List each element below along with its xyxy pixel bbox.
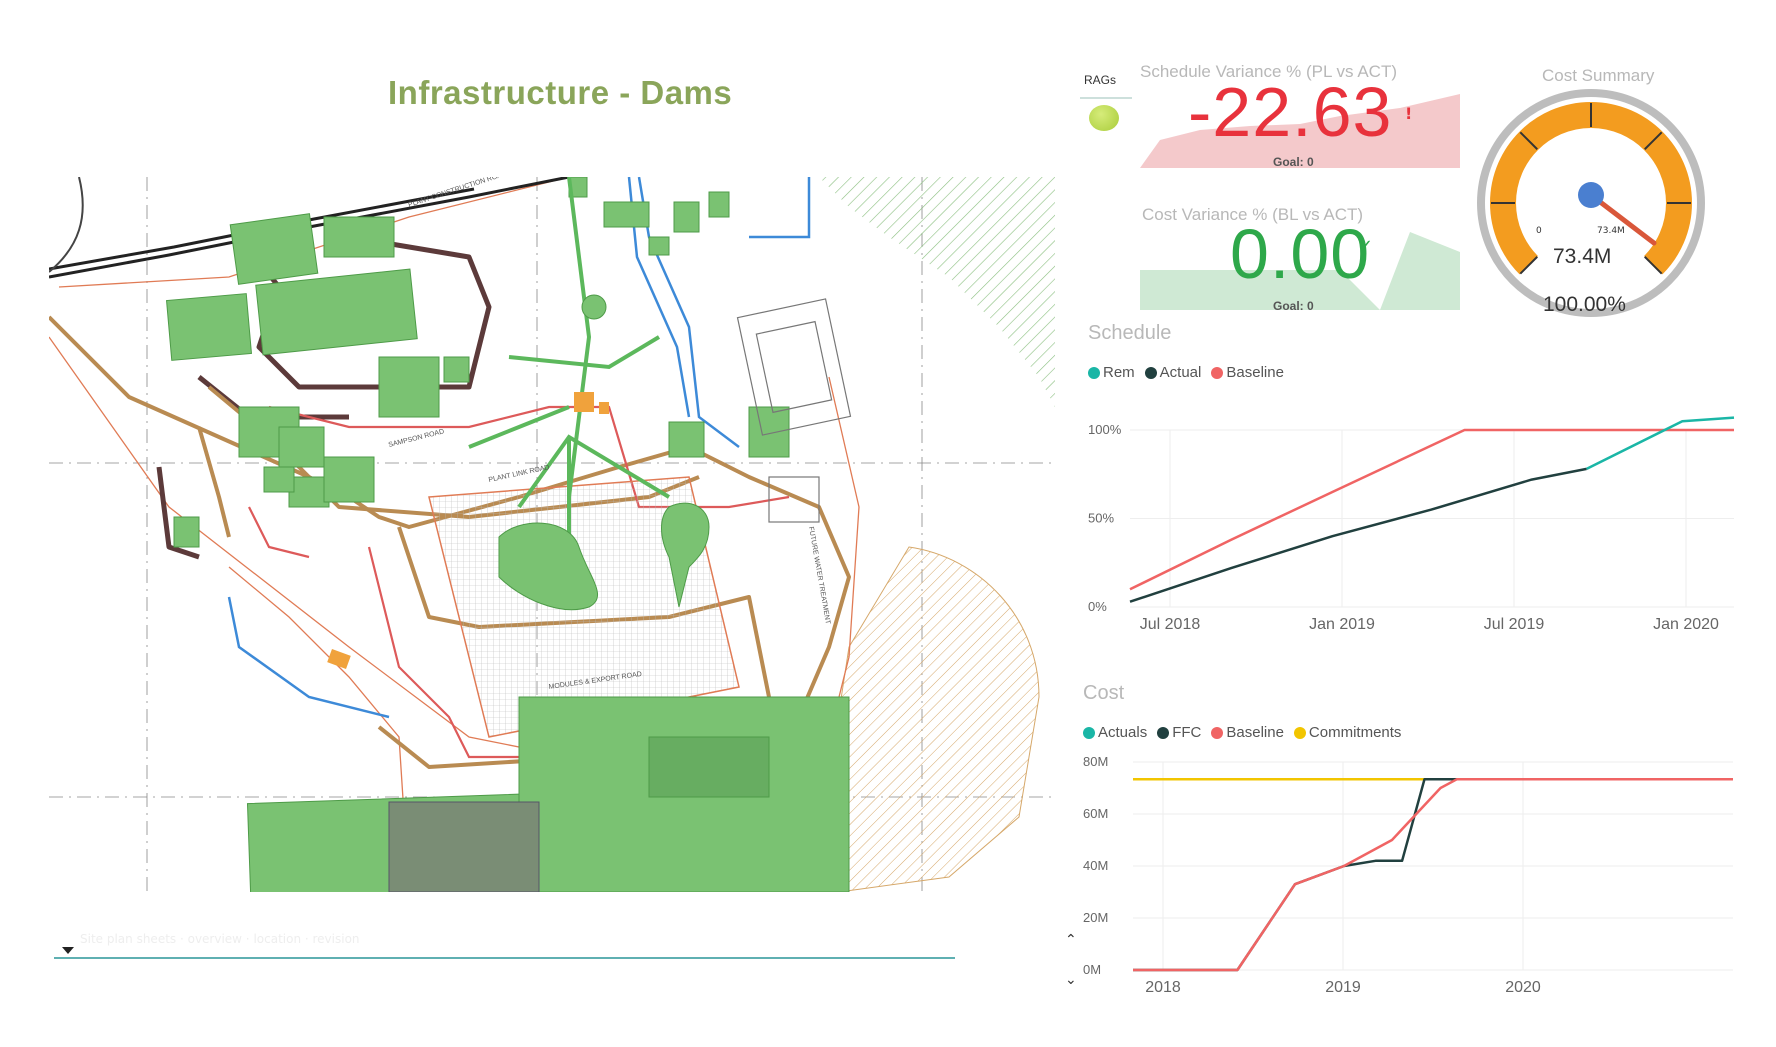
cv-check-icon: ✓ xyxy=(1358,236,1374,257)
page-title: Infrastructure - Dams xyxy=(388,74,733,111)
x-tick-label: 2019 xyxy=(1325,979,1361,996)
y-tick-label: 100% xyxy=(1088,422,1122,437)
slicer-dropdown-icon[interactable] xyxy=(62,947,74,954)
gauge-title: Cost Summary xyxy=(1542,66,1655,85)
legend-dot xyxy=(1144,366,1157,379)
x-tick-label: Jul 2018 xyxy=(1140,616,1201,633)
scroll-up-icon[interactable]: ⌃ xyxy=(1065,932,1077,948)
gauge-min-label: 0 xyxy=(1536,226,1542,236)
series-line-actual[interactable] xyxy=(1129,467,1587,603)
series-line-baseline[interactable] xyxy=(1133,777,1733,972)
rag-underline xyxy=(1080,97,1132,99)
x-tick-label: 2018 xyxy=(1145,979,1181,996)
y-tick-label: 80M xyxy=(1083,754,1108,769)
scroll-down-icon[interactable]: ⌄ xyxy=(1065,972,1077,988)
cost-summary-gauge xyxy=(1477,89,1705,317)
cv-kpi-value: 0.00 xyxy=(1230,215,1371,293)
cost-legend: Actuals FFC Baseline Commitments xyxy=(1083,724,1405,741)
schedule-line-chart[interactable]: 0% 50% 100% Jul 2018 Jan 2019 Jul 2019 Jan 202… xyxy=(1088,390,1748,645)
legend-item-baseline[interactable]: Baseline xyxy=(1211,724,1284,741)
legend-dot xyxy=(1157,726,1170,739)
legend-label: FFC xyxy=(1172,724,1202,741)
gauge-hub xyxy=(1578,182,1604,208)
series-line-ffc[interactable] xyxy=(1133,777,1733,972)
legend-item-ffc[interactable]: FFC xyxy=(1157,724,1201,741)
legend-dot xyxy=(1211,726,1224,739)
slicer-caption: Site plan sheets · overview · location ·… xyxy=(80,932,360,946)
cost-chart-title: Cost xyxy=(1083,682,1125,704)
legend-label: Baseline xyxy=(1226,364,1284,381)
schedule-chart-title: Schedule xyxy=(1088,322,1172,344)
cost-line-chart[interactable]: 0M 20M 40M 60M 80M 2018 2019 2020 xyxy=(1083,750,1753,1010)
x-tick-label: Jan 2020 xyxy=(1653,616,1719,633)
x-tick-label: 2020 xyxy=(1505,979,1541,996)
legend-item-commitments[interactable]: Commitments xyxy=(1293,724,1402,741)
legend-dot xyxy=(1083,726,1095,739)
sv-kpi-goal: Goal: 0 xyxy=(1273,155,1314,169)
y-tick-label: 20M xyxy=(1083,910,1108,925)
legend-label: Commitments xyxy=(1308,724,1402,741)
x-tick-label: Jul 2019 xyxy=(1484,616,1545,633)
y-tick-label: 50% xyxy=(1088,511,1114,526)
gauge-percent: 100.00% xyxy=(1543,293,1626,316)
legend-item-rem[interactable]: Rem xyxy=(1088,364,1135,381)
y-tick-label: 0% xyxy=(1088,599,1107,614)
x-tick-label: Jan 2019 xyxy=(1309,616,1375,633)
y-tick-label: 60M xyxy=(1083,806,1108,821)
legend-dot xyxy=(1211,366,1224,379)
legend-label: Baseline xyxy=(1226,724,1284,741)
rag-label: RAGs xyxy=(1084,73,1117,87)
legend-item-actuals[interactable]: Actuals xyxy=(1083,724,1147,741)
site-plan-map[interactable]: PLANT CONSTRUCTION ROAD PLANT LINK ROAD … xyxy=(49,177,1055,892)
y-tick-label: 0M xyxy=(1083,962,1101,977)
rag-status-indicator xyxy=(1089,105,1119,131)
sv-alert-icon: ! xyxy=(1405,104,1413,123)
legend-item-actual[interactable]: Actual xyxy=(1144,364,1202,381)
schedule-legend: Rem Actual Baseline xyxy=(1088,364,1288,381)
gauge-max-label: 73.4M xyxy=(1597,226,1625,236)
cv-kpi-goal: Goal: 0 xyxy=(1273,299,1314,313)
legend-item-baseline[interactable]: Baseline xyxy=(1211,364,1284,381)
legend-label: Actual xyxy=(1159,364,1202,381)
y-tick-label: 40M xyxy=(1083,858,1108,873)
legend-label: Actuals xyxy=(1098,724,1148,741)
legend-label: Rem xyxy=(1103,364,1135,381)
series-line-rem[interactable] xyxy=(1586,416,1735,471)
gauge-value: 73.4M xyxy=(1553,245,1612,268)
sv-kpi-value: -22.63 xyxy=(1188,73,1393,151)
legend-dot xyxy=(1088,366,1100,379)
slicer-bar[interactable] xyxy=(54,957,955,959)
legend-dot xyxy=(1293,726,1306,739)
